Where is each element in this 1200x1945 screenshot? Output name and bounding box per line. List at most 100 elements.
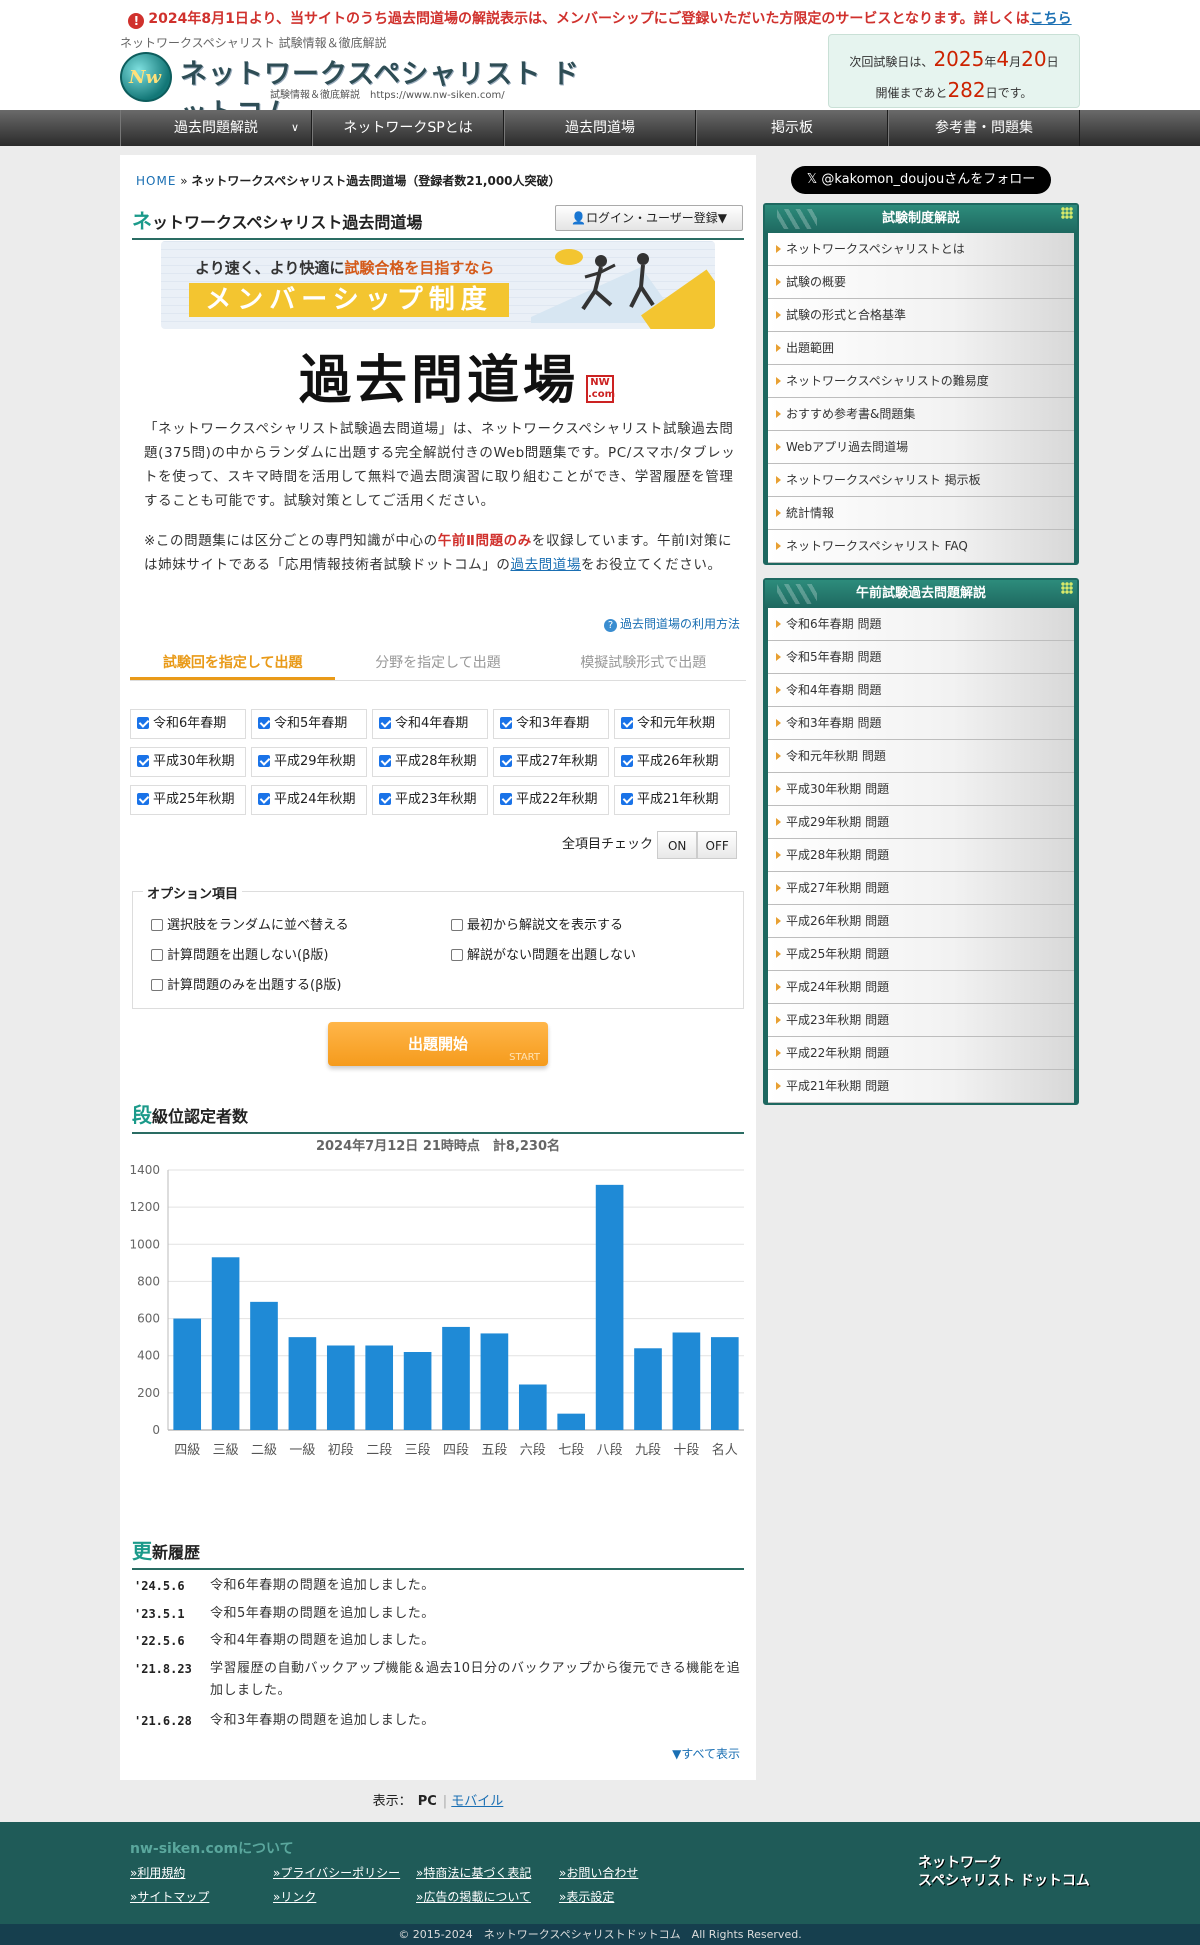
sidebar-item[interactable]: 平成29年秋期 問題 <box>768 806 1074 839</box>
option-exclude-no-explanation[interactable]: 解説がない問題を出題しない <box>451 944 636 963</box>
exam-checkbox-item[interactable]: 平成24年秋期 <box>251 785 367 815</box>
sidebar-item[interactable]: 平成25年秋期 問題 <box>768 938 1074 971</box>
chart-bar[interactable] <box>288 1337 317 1430</box>
chart-bar[interactable] <box>480 1333 509 1430</box>
x-follow-button[interactable]: 𝕏 @kakomon_doujouさんをフォロー <box>791 166 1051 194</box>
exam-checkbox-item[interactable]: 平成27年秋期 <box>493 747 609 777</box>
sidebar-item[interactable]: 令和6年春期 問題 <box>768 608 1074 641</box>
footer-link-links[interactable]: »リンク <box>273 1888 316 1905</box>
nav-item-books[interactable]: 参考書・問題集 <box>888 110 1080 146</box>
checkbox-checked[interactable] <box>621 793 633 805</box>
sidebar-item[interactable]: ネットワークスペシャリストの難易度 <box>768 365 1074 398</box>
sidebar-item[interactable]: 試験の形式と合格基準 <box>768 299 1074 332</box>
checkbox-checked[interactable] <box>621 717 633 729</box>
chart-bar[interactable] <box>518 1384 547 1431</box>
exam-checkbox-item[interactable]: 令和4年春期 <box>372 709 488 739</box>
exam-checkbox-item[interactable]: 令和3年春期 <box>493 709 609 739</box>
site-logo[interactable]: Nw ネットワークスペシャリスト ドットコム 試験情報＆徹底解説 https:/… <box>120 50 600 129</box>
sidebar-item[interactable]: ネットワークスペシャリスト 掲示板 <box>768 464 1074 497</box>
checkbox-checked[interactable] <box>379 755 391 767</box>
sidebar-item[interactable]: 平成28年秋期 問題 <box>768 839 1074 872</box>
nav-item-forum[interactable]: 掲示板 <box>696 110 888 146</box>
checkbox-checked[interactable] <box>500 793 512 805</box>
tab-by-exam[interactable]: 試験回を指定して出題 <box>130 649 336 680</box>
exam-checkbox-item[interactable]: 平成29年秋期 <box>251 747 367 777</box>
breadcrumb-home[interactable]: HOME <box>136 174 176 188</box>
sidebar-item[interactable]: Webアプリ過去問道場 <box>768 431 1074 464</box>
footer-link-privacy[interactable]: »プライバシーポリシー <box>273 1864 400 1881</box>
sidebar-item[interactable]: 平成27年秋期 問題 <box>768 872 1074 905</box>
chart-bar[interactable] <box>634 1348 662 1430</box>
exam-checkbox-item[interactable]: 令和5年春期 <box>251 709 367 739</box>
nav-item-dojo[interactable]: 過去問道場 <box>504 110 696 146</box>
sidebar-item[interactable]: 平成30年秋期 問題 <box>768 773 1074 806</box>
checkbox-checked[interactable] <box>258 717 270 729</box>
chart-bar[interactable] <box>326 1345 355 1431</box>
exam-checkbox-item[interactable]: 平成30年秋期 <box>130 747 246 777</box>
nav-item-past-questions[interactable]: 過去問題解説 ∨ <box>120 110 312 146</box>
checkbox[interactable] <box>151 919 163 931</box>
chart-bar[interactable] <box>595 1184 624 1430</box>
chart-bar[interactable] <box>365 1345 394 1431</box>
checkbox[interactable] <box>151 949 163 961</box>
exam-checkbox-item[interactable]: 平成28年秋期 <box>372 747 488 777</box>
exam-checkbox-item[interactable]: 平成23年秋期 <box>372 785 488 815</box>
checkbox-checked[interactable] <box>137 717 149 729</box>
start-button[interactable]: 出題開始 START <box>328 1022 548 1066</box>
chart-bar[interactable] <box>557 1413 586 1430</box>
footer-link-contact[interactable]: »お問い合わせ <box>559 1864 638 1881</box>
checkbox[interactable] <box>451 919 463 931</box>
sidebar-item[interactable]: 令和元年秋期 問題 <box>768 740 1074 773</box>
checkbox-checked[interactable] <box>258 793 270 805</box>
checkbox-checked[interactable] <box>137 793 149 805</box>
sidebar-item[interactable]: 統計情報 <box>768 497 1074 530</box>
checkbox-checked[interactable] <box>621 755 633 767</box>
show-all-history-link[interactable]: ▼すべて表示 <box>672 1745 740 1762</box>
checkbox-checked[interactable] <box>500 755 512 767</box>
exam-checkbox-item[interactable]: 令和6年春期 <box>130 709 246 739</box>
membership-banner[interactable]: より速く、より快適に試験合格を目指すなら メンバーシップ制度 <box>161 241 715 329</box>
exam-checkbox-item[interactable]: 平成25年秋期 <box>130 785 246 815</box>
notice-link[interactable]: こちら <box>1030 11 1072 27</box>
footer-link-terms[interactable]: »利用規約 <box>130 1864 185 1881</box>
howto-link[interactable]: ? 過去問道場の利用方法 <box>603 615 740 632</box>
exam-checkbox-item[interactable]: 平成22年秋期 <box>493 785 609 815</box>
footer-link-display-settings[interactable]: »表示設定 <box>559 1888 614 1905</box>
exam-checkbox-item[interactable]: 平成21年秋期 <box>614 785 730 815</box>
checkbox-checked[interactable] <box>379 793 391 805</box>
chart-bar[interactable] <box>211 1257 240 1430</box>
sidebar-item[interactable]: 試験の概要 <box>768 266 1074 299</box>
footer-link-ads[interactable]: »広告の掲載について <box>416 1888 531 1905</box>
sidebar-item[interactable]: 平成21年秋期 問題 <box>768 1070 1074 1103</box>
all-off-button[interactable]: OFF <box>697 831 738 859</box>
exam-checkbox-item[interactable]: 平成26年秋期 <box>614 747 730 777</box>
sister-dojo-link[interactable]: 過去問道場 <box>510 557 581 573</box>
footer-logo[interactable]: ネットワーク スペシャリスト ドットコム <box>918 1854 1090 1890</box>
exam-checkbox-item[interactable]: 令和元年秋期 <box>614 709 730 739</box>
sidebar-item[interactable]: ネットワークスペシャリストとは <box>768 233 1074 266</box>
sidebar-item[interactable]: 令和3年春期 問題 <box>768 707 1074 740</box>
chart-bar[interactable] <box>710 1337 739 1430</box>
checkbox-checked[interactable] <box>500 717 512 729</box>
chart-bar[interactable] <box>672 1332 701 1431</box>
sidebar-item[interactable]: 出題範囲 <box>768 332 1074 365</box>
checkbox-checked[interactable] <box>379 717 391 729</box>
sidebar-item[interactable]: おすすめ参考書&問題集 <box>768 398 1074 431</box>
sidebar-item[interactable]: 平成22年秋期 問題 <box>768 1037 1074 1070</box>
sidebar-item[interactable]: 平成26年秋期 問題 <box>768 905 1074 938</box>
sidebar-item[interactable]: ネットワークスペシャリスト FAQ <box>768 530 1074 563</box>
login-button[interactable]: 👤ログイン・ユーザー登録▼ <box>555 205 743 231</box>
footer-link-tokusho[interactable]: »特商法に基づく表記 <box>416 1864 531 1881</box>
view-mobile-link[interactable]: モバイル <box>451 1794 503 1809</box>
checkbox[interactable] <box>151 979 163 991</box>
chart-bar[interactable] <box>442 1326 470 1430</box>
sidebar-item[interactable]: 平成23年秋期 問題 <box>768 1004 1074 1037</box>
option-shuffle-choices[interactable]: 選択肢をランダムに並べ替える <box>151 914 349 933</box>
sidebar-item[interactable]: 令和4年春期 問題 <box>768 674 1074 707</box>
chart-bar[interactable] <box>403 1352 432 1430</box>
checkbox-checked[interactable] <box>258 755 270 767</box>
footer-link-sitemap[interactable]: »サイトマップ <box>130 1888 209 1905</box>
tab-mock-exam[interactable]: 模擬試験形式で出題 <box>541 649 746 680</box>
sidebar-item[interactable]: 平成24年秋期 問題 <box>768 971 1074 1004</box>
option-show-explanation[interactable]: 最初から解説文を表示する <box>451 914 623 933</box>
